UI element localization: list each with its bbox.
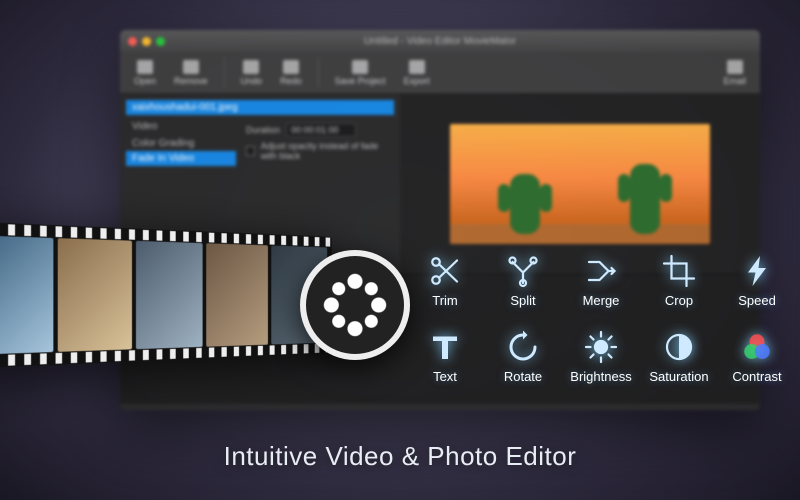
feature-label: Contrast — [732, 369, 781, 384]
redo-button[interactable]: Redo — [276, 58, 306, 88]
list-item[interactable]: Color Grading — [126, 136, 236, 151]
feature-rotate: Rotate — [488, 321, 558, 391]
list-item[interactable]: Fade In Video — [126, 151, 236, 166]
separator — [224, 58, 225, 88]
half-circle-icon — [661, 329, 697, 365]
feature-label: Text — [433, 369, 457, 384]
feature-saturation: Saturation — [644, 321, 714, 391]
feature-contrast: Contrast — [722, 321, 792, 391]
save-icon — [352, 60, 368, 74]
remove-button[interactable]: Remove — [170, 58, 212, 88]
feature-grid: Trim Split Merge Crop Speed Text Rotate … — [410, 245, 792, 391]
redo-icon — [283, 60, 299, 74]
export-button[interactable]: Export — [400, 58, 434, 88]
feature-merge: Merge — [566, 245, 636, 315]
duration-label: Duration — [246, 125, 280, 135]
trash-icon — [183, 60, 199, 74]
lightning-icon — [739, 253, 775, 289]
window-title: Untitled - Video Editor MovieMator — [120, 36, 760, 47]
feature-label: Split — [510, 293, 535, 308]
feature-trim: Trim — [410, 245, 480, 315]
section-label: Video — [126, 119, 236, 134]
undo-icon — [243, 60, 259, 74]
filmstrip-graphic — [0, 221, 332, 368]
export-icon — [409, 60, 425, 74]
feature-label: Merge — [583, 293, 620, 308]
opacity-label: Adjust opacity instead of fade with blac… — [261, 141, 394, 161]
text-icon — [427, 329, 463, 365]
split-icon — [505, 253, 541, 289]
mail-icon — [727, 60, 743, 74]
undo-button[interactable]: Undo — [237, 58, 267, 88]
feature-speed: Speed — [722, 245, 792, 315]
open-icon — [137, 60, 153, 74]
email-button[interactable]: Email — [719, 58, 750, 88]
open-button[interactable]: Open — [130, 58, 160, 88]
rotate-icon — [505, 329, 541, 365]
rgb-icon — [739, 329, 775, 365]
save-button[interactable]: Save Project — [331, 58, 390, 88]
feature-label: Saturation — [649, 369, 708, 384]
feature-text: Text — [410, 321, 480, 391]
duration-field[interactable] — [286, 123, 356, 137]
feature-label: Brightness — [570, 369, 631, 384]
feature-label: Trim — [432, 293, 458, 308]
sun-icon — [583, 329, 619, 365]
separator — [318, 58, 319, 88]
feature-label: Speed — [738, 293, 776, 308]
scissors-icon — [427, 253, 463, 289]
feature-split: Split — [488, 245, 558, 315]
preview-frame — [450, 124, 710, 244]
cactus-icon — [510, 174, 540, 234]
toolbar: Open Remove Undo Redo Save Project Expor… — [120, 52, 760, 94]
feature-label: Rotate — [504, 369, 542, 384]
film-reel-icon — [300, 250, 410, 360]
filename-bar: xaixhoushadui-001.jpeg — [126, 100, 394, 115]
feature-brightness: Brightness — [566, 321, 636, 391]
titlebar: Untitled - Video Editor MovieMator — [120, 30, 760, 52]
merge-icon — [583, 253, 619, 289]
opacity-checkbox[interactable] — [246, 146, 255, 156]
feature-crop: Crop — [644, 245, 714, 315]
crop-icon — [661, 253, 697, 289]
cactus-icon — [630, 164, 660, 234]
tagline: Intuitive Video & Photo Editor — [0, 441, 800, 472]
feature-label: Crop — [665, 293, 693, 308]
